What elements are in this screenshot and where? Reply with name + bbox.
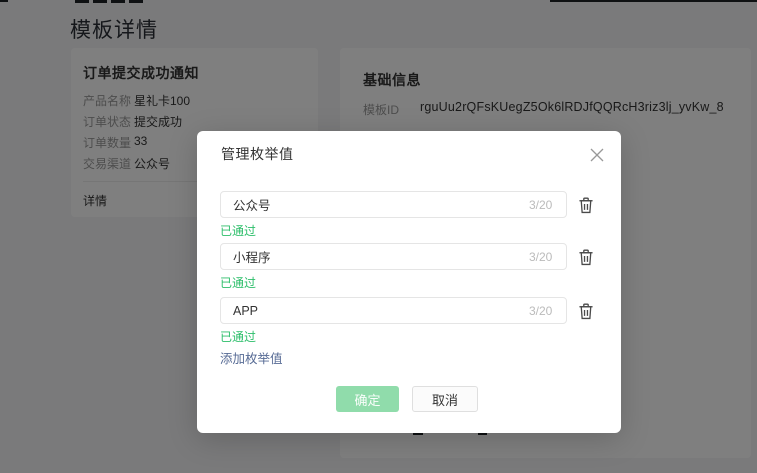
enum-value-input[interactable] (220, 243, 567, 270)
confirm-button[interactable]: 确定 (336, 386, 399, 412)
trash-icon[interactable] (577, 196, 595, 215)
add-enum-link[interactable]: 添加枚举值 (220, 348, 283, 367)
trash-icon[interactable] (577, 302, 595, 321)
cancel-button[interactable]: 取消 (412, 386, 478, 412)
char-counter: 3/20 (529, 250, 552, 264)
status-approved: 已通过 (220, 274, 256, 291)
status-approved: 已通过 (220, 222, 256, 239)
close-icon[interactable] (587, 145, 607, 165)
enum-value-input[interactable] (220, 297, 567, 324)
enum-value-input[interactable] (220, 191, 567, 218)
char-counter: 3/20 (529, 198, 552, 212)
char-counter: 3/20 (529, 304, 552, 318)
dialog-title: 管理枚举值 (221, 144, 294, 164)
trash-icon[interactable] (577, 248, 595, 267)
status-approved: 已通过 (220, 328, 256, 345)
manage-enum-dialog: 管理枚举值 3/20 已通过 3/20 已通过 3/20 已通过 添加枚举值 确… (197, 131, 621, 433)
